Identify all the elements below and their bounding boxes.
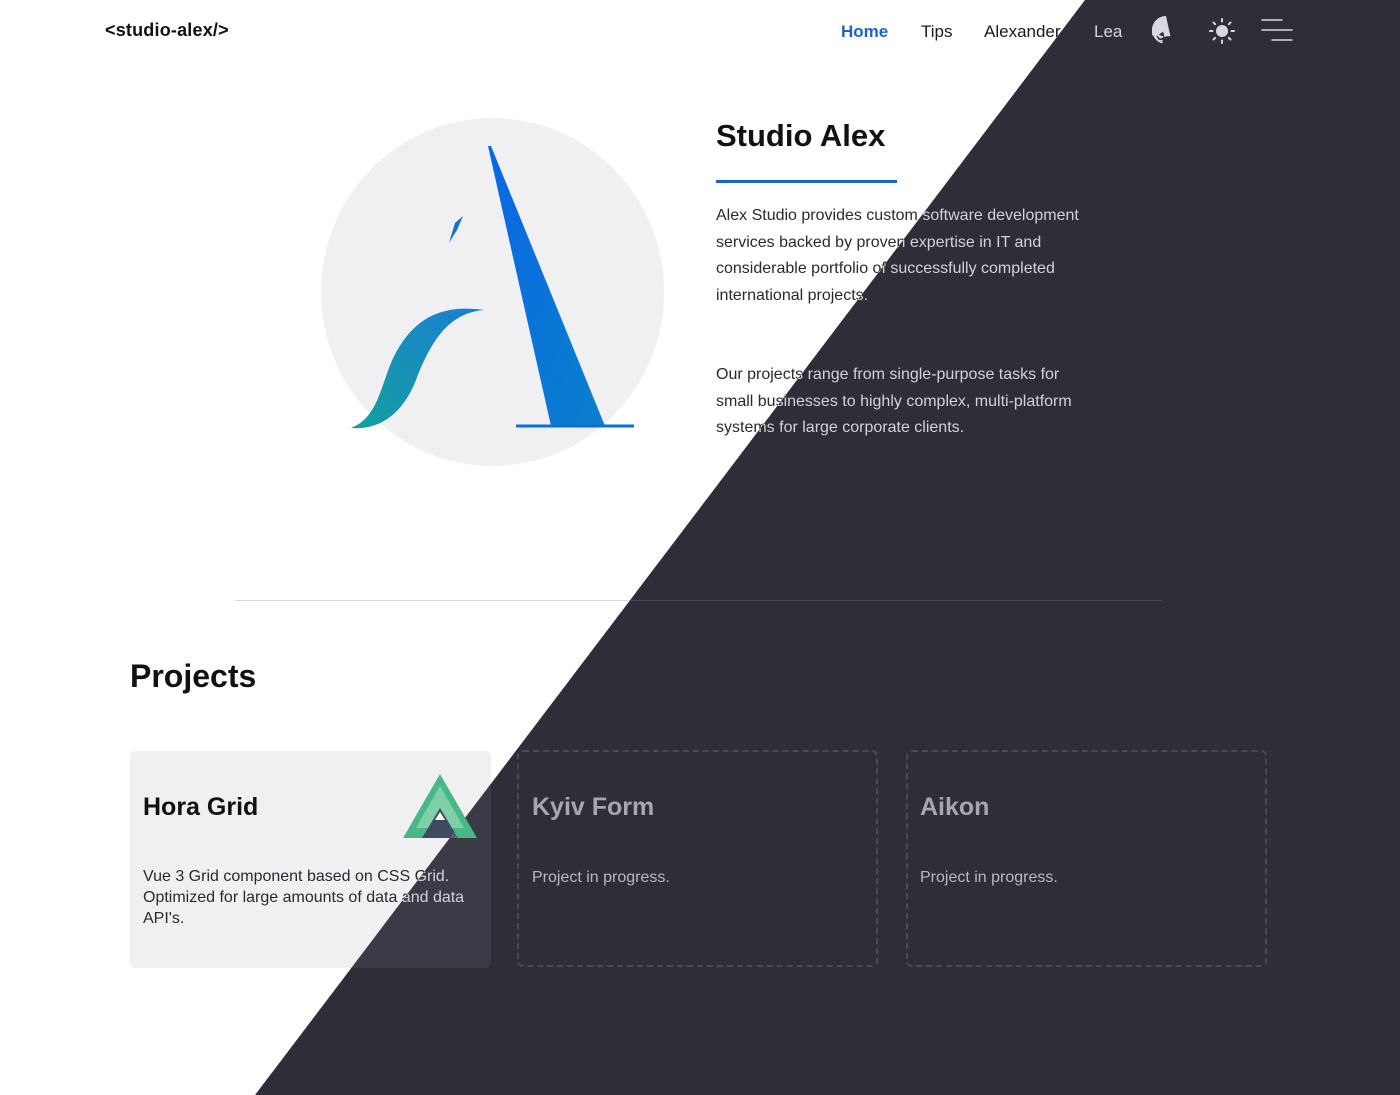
project-description: Project in progress. — [920, 869, 1058, 886]
title-underline — [716, 180, 897, 183]
projects-heading: Projects — [130, 658, 257, 694]
nav-home[interactable]: Home — [841, 22, 888, 42]
project-description: Project in progress. — [532, 869, 670, 886]
nav-alexander[interactable]: Alexander — [984, 22, 1061, 42]
nav-tips[interactable]: Tips — [921, 22, 953, 42]
hero-title: Studio Alex — [716, 118, 886, 153]
nav-lea[interactable]: Lea — [1094, 22, 1122, 42]
github-icon[interactable] — [1152, 16, 1180, 44]
project-card-aikon[interactable] — [906, 750, 1267, 967]
brand-logo-link[interactable]: <studio-alex/> — [105, 20, 229, 41]
project-card-kyiv-form[interactable] — [517, 750, 878, 967]
sun-icon[interactable] — [1208, 17, 1236, 45]
project-title: Kyiv Form — [532, 793, 655, 821]
menu-icon[interactable] — [1260, 17, 1294, 43]
project-title: Aikon — [920, 793, 990, 821]
project-title: Hora Grid — [143, 793, 259, 821]
studio-alex-logo-icon — [351, 146, 634, 429]
